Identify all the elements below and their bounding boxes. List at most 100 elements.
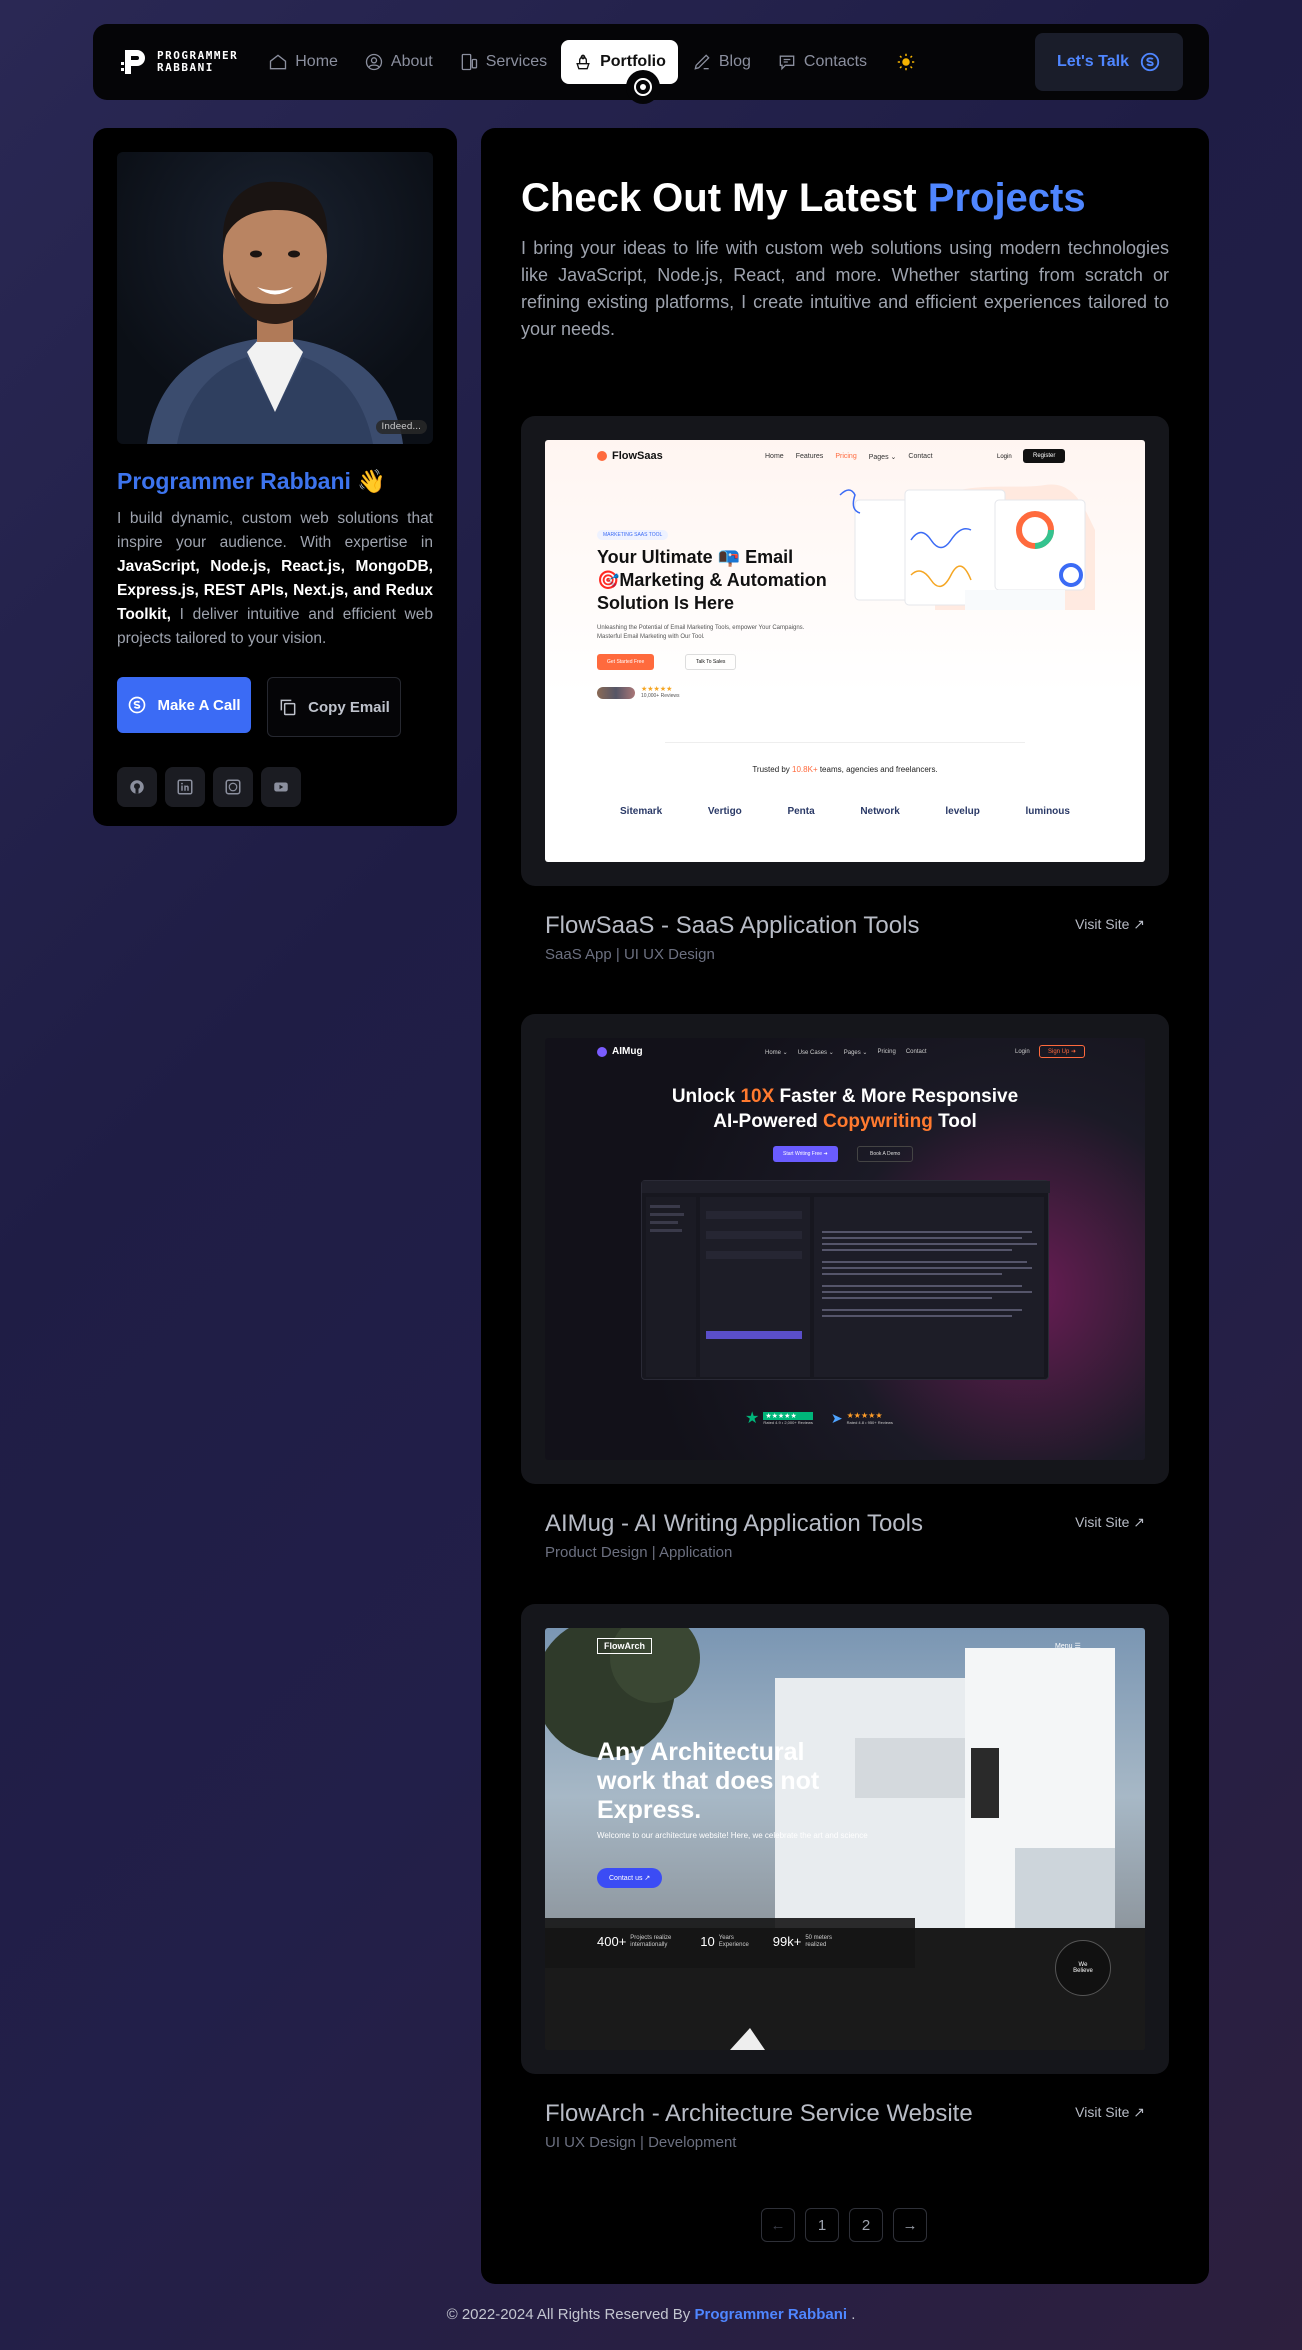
flowsaas-menu-item: Features xyxy=(795,453,824,460)
project-title[interactable]: FlowArch - Architecture Service Website xyxy=(545,2100,973,2128)
aimug-rating-2: Rated 4.8 • 950+ Reviews xyxy=(846,1419,893,1425)
nav-portfolio[interactable]: Portfolio xyxy=(561,40,678,84)
flowarch-stat-num: 99k+ xyxy=(772,1934,802,1949)
aimug-secondary-cta: Book A Demo xyxy=(857,1146,914,1162)
aimug-headline: Unlock 10X Faster & More Responsive xyxy=(671,1086,1019,1107)
section-heading: Check Out My Latest Projects xyxy=(521,176,1169,221)
copy-email-button[interactable]: Copy Email xyxy=(267,677,401,737)
project-category: Product Design | Application xyxy=(545,1544,733,1561)
skype-icon xyxy=(129,696,146,714)
partner-logo: Sitemark xyxy=(620,806,663,817)
aimug-brand: AIMug xyxy=(612,1046,643,1057)
aimug-editor-graphic xyxy=(641,1180,1050,1380)
theme-toggle[interactable] xyxy=(895,51,917,73)
flowarch-stat-label: Projects realize internationally xyxy=(630,1934,672,1948)
project-card: AIMug Home ⌄ Use Cases ⌄ Pages ⌄ Pricing… xyxy=(521,1014,1169,1561)
trusted-by-text: Trusted by 10.8K+ teams, agencies and fr… xyxy=(545,765,1145,774)
lets-talk-label: Let's Talk xyxy=(1057,53,1129,70)
project-preview-frame[interactable]: FlowArch Menu ☰ Any Architectural work t… xyxy=(521,1604,1169,2074)
nav-contacts[interactable]: Contacts xyxy=(765,40,879,84)
aimug-menu-item: Contact xyxy=(905,1049,927,1055)
footer-brand-link[interactable]: Programmer Rabbani xyxy=(694,2306,847,2323)
nav-home[interactable]: Home xyxy=(256,40,350,84)
logo-line-2: RABBANI xyxy=(157,61,214,74)
aimug-rating-1: Rated 4.9 • 2,000+ Reviews xyxy=(763,1419,813,1425)
flowsaas-cta: Get Started Free xyxy=(597,654,655,670)
flowsaas-brand: FlowSaas xyxy=(612,450,663,462)
portfolio-icon xyxy=(576,54,590,70)
nav-indicator xyxy=(626,70,660,104)
github-link[interactable] xyxy=(117,767,157,807)
flowarch-headline: Express. xyxy=(597,1796,702,1824)
flowarch-headline: Any Architectural xyxy=(597,1738,805,1766)
whatsapp-link[interactable] xyxy=(213,767,253,807)
nav-services-label: Services xyxy=(485,53,548,70)
nav-home-label: Home xyxy=(295,53,338,70)
flowsaas-login: Login xyxy=(997,454,1012,460)
page-2-button[interactable]: 2 xyxy=(849,2208,883,2242)
flowarch-desc: Welcome to our architecture website! Her… xyxy=(597,1831,868,1840)
youtube-link[interactable] xyxy=(261,767,301,807)
flowsaas-secondary-cta: Talk To Sales xyxy=(685,654,737,670)
heading-text: Check Out My Latest xyxy=(521,176,928,220)
flowsaas-menu-item: Home xyxy=(765,453,784,460)
partner-logo: levelup xyxy=(945,806,980,817)
flowarch-headline: work that does not xyxy=(597,1767,820,1795)
flowarch-cta: Contact us ↗ xyxy=(597,1868,663,1888)
flowarch-stat-label: Years Experience xyxy=(718,1934,749,1948)
nav-about[interactable]: About xyxy=(352,40,445,84)
lets-talk-button[interactable]: Let's Talk xyxy=(1035,33,1183,91)
aimug-menu-item: Pricing xyxy=(877,1049,896,1055)
project-card: FlowArch Menu ☰ Any Architectural work t… xyxy=(521,1604,1169,2151)
visit-site-link[interactable]: Visit Site ↗ xyxy=(1075,2104,1145,2151)
flowarch-menu: Menu ☰ xyxy=(1055,1643,1081,1650)
project-preview-frame[interactable]: AIMug Home ⌄ Use Cases ⌄ Pages ⌄ Pricing… xyxy=(521,1014,1169,1484)
sun-icon xyxy=(897,53,915,71)
partner-logo: Network xyxy=(860,806,900,817)
trusted-prefix: Trusted by xyxy=(752,765,793,774)
footer-suffix: . xyxy=(847,2306,856,2323)
aimug-menu-item: Use Cases ⌄ xyxy=(797,1050,834,1056)
copy-email-label: Copy Email xyxy=(308,698,390,716)
project-category: SaaS App | UI UX Design xyxy=(545,946,715,963)
aimug-login: Login xyxy=(1015,1049,1030,1055)
project-preview-frame[interactable]: FlowSaas Home Features Pricing Pages ⌄ C… xyxy=(521,416,1169,886)
linkedin-icon xyxy=(177,779,193,795)
nav-portfolio-label: Portfolio xyxy=(600,53,666,70)
whatsapp-icon xyxy=(225,779,241,795)
flowsaas-menu-item: Pricing xyxy=(835,453,857,460)
capterra-icon: ➤ xyxy=(830,1409,843,1426)
project-card: FlowSaas Home Features Pricing Pages ⌄ C… xyxy=(521,416,1169,963)
nav-services[interactable]: Services xyxy=(447,40,559,84)
flowarch-brand: FlowArch xyxy=(604,1641,646,1651)
chat-icon xyxy=(779,55,795,71)
linkedin-link[interactable] xyxy=(165,767,205,807)
aimug-signup: Sign Up ➜ xyxy=(1039,1045,1086,1058)
project-title[interactable]: AIMug - AI Writing Application Tools xyxy=(545,1510,923,1538)
profile-name: Programmer Rabbani 👋 xyxy=(117,468,433,495)
nav-blog[interactable]: Blog xyxy=(680,40,763,84)
profile-sidebar: Indeed... Programmer Rabbani 👋 I build d… xyxy=(93,128,457,826)
page-1-button[interactable]: 1 xyxy=(805,2208,839,2242)
aimug-headline: AI-Powered Copywriting Tool xyxy=(713,1111,977,1132)
project-title[interactable]: FlowSaaS - SaaS Application Tools xyxy=(545,912,919,940)
github-icon xyxy=(130,780,144,794)
flowsaas-headline: Your Ultimate 📭 Email xyxy=(597,547,794,567)
next-page-button[interactable]: → xyxy=(893,2208,927,2242)
visit-site-link[interactable]: Visit Site ↗ xyxy=(1075,916,1145,963)
logo[interactable]: PROGRAMMER RABBANI xyxy=(119,46,238,78)
social-links xyxy=(117,767,433,807)
flowsaas-dashboard-graphic xyxy=(835,480,1095,610)
reviewer-avatars xyxy=(597,686,635,699)
visit-site-link[interactable]: Visit Site ↗ xyxy=(1075,1514,1145,1561)
profile-bio: I build dynamic, custom web solutions th… xyxy=(117,507,433,651)
trustpilot-stars: ★★★★★ xyxy=(763,1411,813,1420)
make-call-button[interactable]: Make A Call xyxy=(117,677,251,733)
prev-page-button[interactable]: ← xyxy=(761,2208,795,2242)
flowarch-stat-num: 10 xyxy=(700,1934,715,1949)
copyright-text: © 2022-2024 All Rights Reserved By xyxy=(446,2306,695,2323)
partner-logo: luminous xyxy=(1025,806,1070,817)
devices-icon xyxy=(461,53,477,71)
pagination: ← 1 2 → xyxy=(761,2208,927,2242)
heading-accent: Projects xyxy=(927,176,1086,220)
